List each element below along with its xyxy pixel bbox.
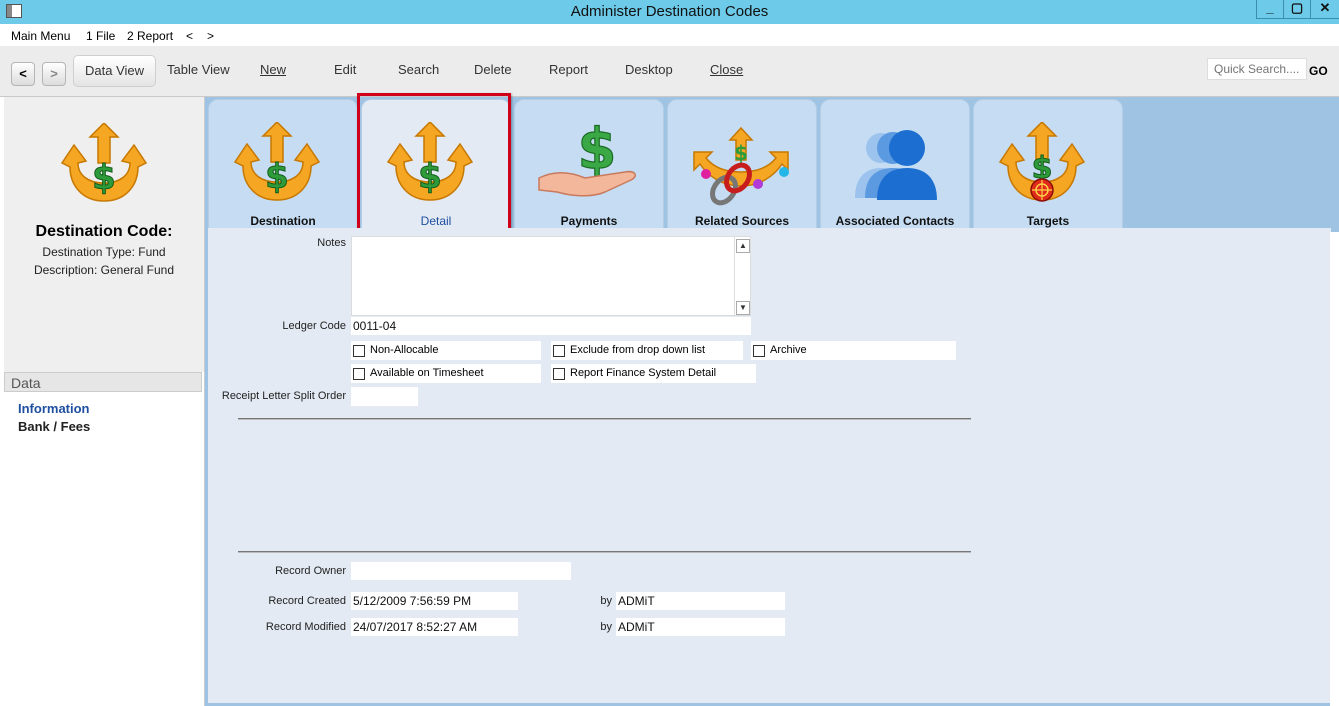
scroll-down-icon[interactable]: ▼	[736, 301, 750, 315]
selected-tab-highlight	[357, 93, 511, 232]
record-title: Destination Code:	[35, 223, 173, 240]
right-scrollbar[interactable]	[1330, 232, 1339, 706]
modified-by-field: ADMiT	[616, 618, 785, 636]
checkbox-box[interactable]	[553, 345, 565, 357]
notes-scrollbar[interactable]: ▲ ▼	[734, 237, 750, 315]
exclude-dropdown-checkbox[interactable]: Exclude from drop down list	[551, 341, 743, 360]
record-modified-label: Record Modified	[265, 621, 346, 633]
window-title: Administer Destination Codes	[570, 3, 769, 20]
checkbox-box[interactable]	[553, 368, 565, 380]
data-section-header: Data	[4, 372, 202, 392]
title-bar: Administer Destination Codes _ ▢ ✕	[0, 0, 1339, 24]
dollar-hand-icon: $	[538, 120, 636, 197]
scroll-up-icon[interactable]: ▲	[736, 239, 750, 253]
receipt-split-order-label: Receipt Letter Split Order	[221, 390, 346, 402]
link-information[interactable]: Information	[18, 401, 90, 416]
menu-prev[interactable]: <	[186, 29, 193, 43]
tab-associated-contacts[interactable]: Associated Contacts	[820, 99, 970, 230]
forward-button[interactable]: >	[42, 62, 66, 86]
minimize-button[interactable]: _	[1256, 0, 1284, 19]
tab-destination[interactable]: $ Destination	[208, 99, 358, 230]
tab-label: Related Sources	[694, 214, 790, 228]
svg-text:$: $	[578, 120, 617, 182]
receipt-split-order-field[interactable]	[351, 387, 418, 406]
notes-textarea[interactable]: ▲ ▼	[351, 236, 751, 316]
svg-text:$: $	[92, 158, 116, 198]
dollar-chain-icon: $	[693, 126, 789, 206]
checkbox-box[interactable]	[353, 368, 365, 380]
quick-search-input[interactable]	[1207, 58, 1307, 80]
data-view-button[interactable]: Data View	[73, 55, 157, 87]
tab-targets[interactable]: $ Targets	[973, 99, 1123, 230]
ledger-code-field[interactable]: 0011-04	[351, 317, 751, 335]
destination-type: Destination Type: Fund	[42, 245, 166, 259]
modified-by-label: by	[600, 621, 612, 633]
go-button[interactable]: GO	[1309, 64, 1328, 78]
record-created-label: Record Created	[268, 595, 346, 607]
available-timesheet-checkbox[interactable]: Available on Timesheet	[351, 364, 541, 383]
edit-button[interactable]: Edit	[334, 62, 356, 77]
close-button[interactable]: Close	[710, 62, 743, 77]
divider	[238, 551, 971, 553]
record-created-field: 5/12/2009 7:56:59 PM	[351, 592, 518, 610]
menu-bar: Main Menu 1 File 2 Report < >	[0, 25, 1339, 46]
delete-button[interactable]: Delete	[474, 62, 512, 77]
created-by-label: by	[600, 595, 612, 607]
non-allocable-checkbox[interactable]: Non-Allocable	[351, 341, 541, 360]
menu-next[interactable]: >	[207, 29, 214, 43]
tab-payments[interactable]: $ Payments	[514, 99, 664, 230]
archive-checkbox[interactable]: Archive	[751, 341, 956, 360]
tab-label: Payments	[560, 214, 618, 228]
back-button[interactable]: <	[11, 62, 35, 86]
link-bank-fees[interactable]: Bank / Fees	[18, 419, 90, 434]
main-area: $ Destination $ Detail $ Payments $ Rela	[205, 93, 1339, 706]
menu-report[interactable]: 2 Report	[127, 29, 173, 43]
description: Description: General Fund	[33, 263, 175, 277]
report-button[interactable]: Report	[549, 62, 588, 77]
tab-related-sources[interactable]: $ Related Sources	[667, 99, 817, 230]
people-icon	[855, 130, 937, 200]
created-by-field: ADMiT	[616, 592, 785, 610]
ledger-code-label: Ledger Code	[282, 320, 346, 332]
detail-form: Notes ▲ ▼ Ledger Code 0011-04 Non-Alloca…	[208, 228, 1331, 703]
svg-text:$: $	[265, 157, 289, 197]
report-finance-checkbox[interactable]: Report Finance System Detail	[551, 364, 756, 383]
checkbox-box[interactable]	[353, 345, 365, 357]
divider	[238, 418, 971, 420]
menu-main-menu[interactable]: Main Menu	[11, 29, 70, 43]
notes-label: Notes	[317, 237, 346, 249]
tab-label: Destination	[250, 214, 316, 228]
new-button[interactable]: New	[260, 62, 286, 77]
tab-label: Targets	[1026, 214, 1070, 228]
maximize-button[interactable]: ▢	[1283, 0, 1311, 19]
left-panel: $ Destination Code: Destination Type: Fu…	[4, 97, 205, 706]
dollar-target-icon: $	[998, 122, 1086, 202]
toolbar: < > Data View Table View New Edit Search…	[0, 46, 1339, 97]
checkbox-box[interactable]	[753, 345, 765, 357]
record-owner-label: Record Owner	[275, 565, 346, 577]
record-modified-field: 24/07/2017 8:52:27 AM	[351, 618, 518, 636]
tab-label: Associated Contacts	[835, 214, 955, 228]
table-view-button[interactable]: Table View	[167, 62, 230, 77]
svg-text:$: $	[734, 141, 748, 165]
menu-file[interactable]: 1 File	[86, 29, 115, 43]
dollar-arrows-icon: $	[233, 122, 321, 201]
desktop-button[interactable]: Desktop	[625, 62, 673, 77]
record-owner-field[interactable]	[351, 562, 571, 580]
close-window-button[interactable]: ✕	[1310, 0, 1339, 19]
search-button[interactable]: Search	[398, 62, 439, 77]
destination-icon: $	[60, 123, 148, 202]
